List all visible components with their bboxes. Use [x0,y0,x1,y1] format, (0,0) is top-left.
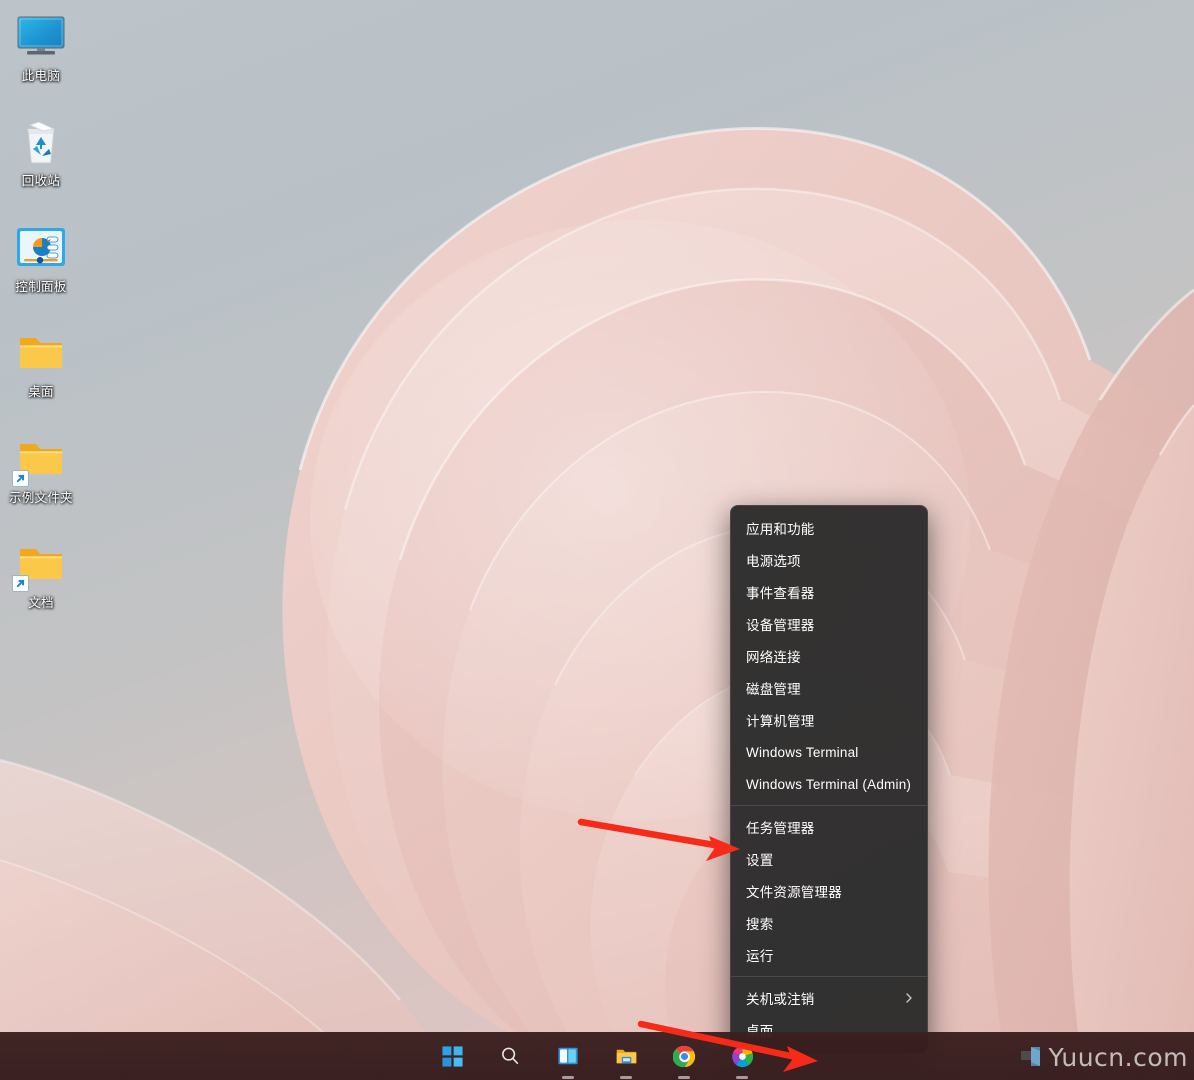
running-indicator [620,1076,632,1079]
menu-item-apps-and-features[interactable]: 应用和功能 [731,512,927,544]
menu-item-device-manager[interactable]: 设备管理器 [731,608,927,640]
task-view-button[interactable] [550,1038,586,1079]
chrome-button[interactable] [666,1038,702,1079]
desktop-icon-recycle-bin[interactable]: 回收站 [0,113,82,188]
chevron-right-icon [903,992,915,1004]
folder-shortcut-icon [12,535,69,592]
menu-item-file-explorer[interactable]: 文件资源管理器 [731,875,927,907]
running-indicator [562,1076,574,1079]
menu-item-settings[interactable]: 设置 [731,843,927,875]
menu-item-label: 计算机管理 [746,714,815,729]
recycle-bin-icon [13,113,69,169]
desktop-icon-label: 文档 [28,595,54,610]
taskbar[interactable] [0,1032,1194,1080]
menu-item-disk-management[interactable]: 磁盘管理 [731,672,927,704]
menu-item-label: 磁盘管理 [746,682,801,697]
menu-item-label: 事件查看器 [746,586,815,601]
running-indicator [736,1076,748,1079]
menu-separator [731,805,927,806]
chrome-icon [672,1045,696,1068]
desktop-icon-label: 此电脑 [21,69,61,83]
menu-item-computer-management[interactable]: 计算机管理 [731,704,927,736]
menu-item-network-connections[interactable]: 网络连接 [731,640,927,672]
search-button[interactable] [492,1038,528,1074]
menu-item-task-manager[interactable]: 任务管理器 [731,811,927,843]
menu-item-label: 任务管理器 [746,821,815,836]
file-explorer-button[interactable] [608,1038,644,1079]
menu-item-label: 运行 [746,949,774,964]
start-button[interactable] [434,1038,470,1074]
this-pc-icon [13,8,69,64]
desktop-wallpaper [0,0,1194,1080]
shortcut-overlay-icon [12,574,29,592]
menu-item-label: 电源选项 [746,554,801,569]
menu-item-power-options[interactable]: 电源选项 [731,544,927,576]
menu-separator [731,976,927,977]
menu-item-label: 网络连接 [746,650,801,665]
desktop-icon-label: 示例文件夹 [8,490,73,505]
folder-icon [615,1045,638,1068]
desktop-icon-desktop-folder[interactable]: 桌面 [0,324,82,399]
folder-icon [13,324,69,380]
photos-icon [731,1045,754,1068]
menu-item-run[interactable]: 运行 [731,939,927,971]
menu-item-windows-terminal-admin[interactable]: Windows Terminal (Admin) [731,768,927,800]
windows-logo-icon [441,1045,464,1068]
menu-item-label: 文件资源管理器 [746,885,842,900]
menu-item-label: 应用和功能 [746,522,815,537]
desktop-icon-control-panel[interactable]: 控制面板 [0,219,82,294]
search-icon [499,1045,521,1067]
desktop-icon-list: 此电脑 回收站 控制面板 桌面 示例文件夹 文档 [0,8,82,610]
running-indicator [678,1076,690,1079]
photos-button[interactable] [724,1038,760,1079]
win-x-context-menu[interactable]: 应用和功能 电源选项 事件查看器 设备管理器 网络连接 磁盘管理 计算机管理 W… [730,505,928,1053]
desktop-icon-this-pc[interactable]: 此电脑 [0,8,82,83]
desktop-icon-documents[interactable]: 文档 [0,535,82,610]
menu-item-shutdown-or-signout[interactable]: 关机或注销 [731,982,927,1014]
menu-item-event-viewer[interactable]: 事件查看器 [731,576,927,608]
wallpaper-bloom-graphic [0,127,1194,1080]
menu-item-label: 设备管理器 [746,618,815,633]
desktop-icon-label: 桌面 [28,385,54,400]
menu-item-search[interactable]: 搜索 [731,907,927,939]
desktop-icon-label: 控制面板 [15,279,67,294]
menu-item-label: 关机或注销 [746,992,815,1007]
desktop-icon-label: 回收站 [21,174,61,189]
task-view-icon [557,1045,579,1067]
desktop-icon-sample-folder[interactable]: 示例文件夹 [0,430,82,505]
menu-item-label: Windows Terminal [746,744,859,760]
menu-item-windows-terminal[interactable]: Windows Terminal [731,736,927,768]
menu-item-label: 搜索 [746,917,774,932]
taskbar-button-group [434,1038,760,1079]
shortcut-overlay-icon [12,469,29,487]
control-panel-icon [13,219,69,275]
folder-shortcut-icon [12,430,69,487]
menu-item-label: 设置 [746,853,774,868]
menu-item-label: Windows Terminal (Admin) [746,776,912,792]
